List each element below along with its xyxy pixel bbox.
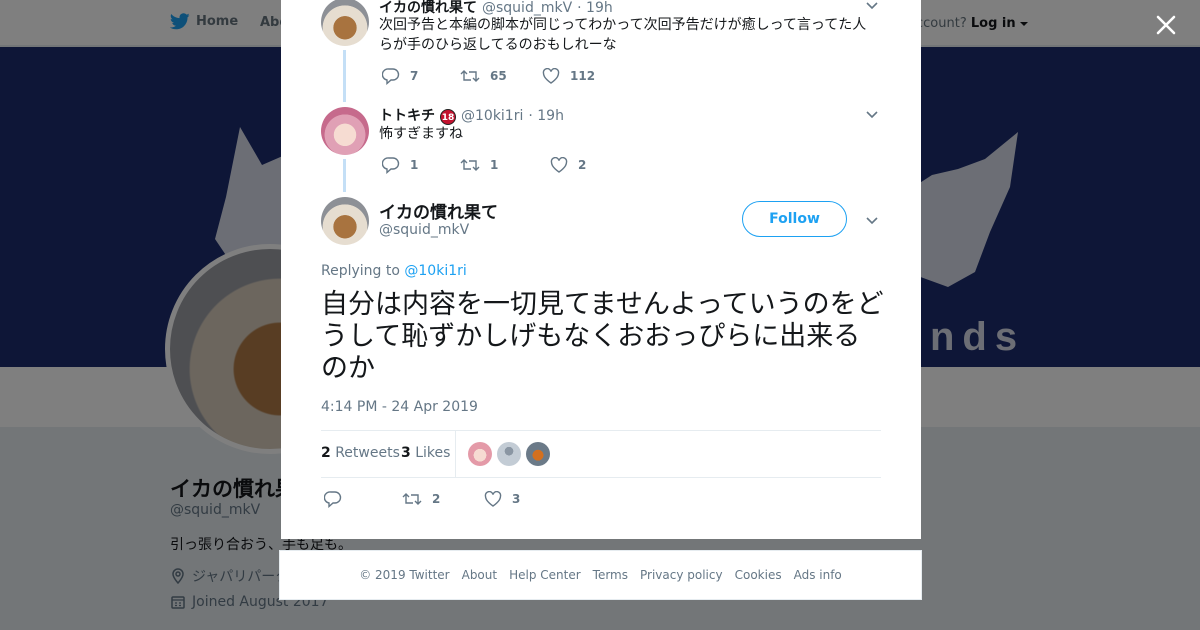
retweet-button[interactable]: 2 [402,491,484,507]
retweet-count: 2 [432,492,441,506]
reply-button[interactable] [324,490,402,508]
replying-to: Replying to @10ki1ri [321,263,467,279]
main-tweet-timestamp[interactable]: 4:14 PM - 24 Apr 2019 [321,399,478,415]
liker-avatar[interactable] [468,442,492,466]
main-tweet-actions: 2 3 [324,490,520,508]
reply-icon [324,491,342,508]
reply-button[interactable]: 7 [382,67,460,85]
reply2-header: トトキチ 18 @10ki1ri · 19h [379,105,564,125]
retweet-icon [402,493,422,505]
thread-line [343,50,346,102]
retweet-button[interactable]: 1 [460,157,550,173]
heart-icon [484,491,502,507]
heart-icon [542,68,560,84]
likes-stat[interactable]: 3 Likes [401,445,450,461]
reply-count: 1 [410,158,419,172]
retweet-icon [460,159,480,171]
thread-line [343,159,346,192]
tweet-modal: イカの慣れ果て @squid_mkV · 19h 次回予告と本編の脚本が同じって… [281,0,921,539]
liker-avatar[interactable] [497,442,521,466]
reply-count: 7 [410,69,419,83]
main-tweet-handle[interactable]: @squid_mkV [379,222,469,238]
footer-link-about[interactable]: About [462,568,497,582]
retweet-icon [460,70,480,82]
like-button[interactable]: 2 [550,157,586,173]
reply1-handle[interactable]: @squid_mkV [482,0,572,16]
age-18-badge: 18 [440,109,456,125]
tweet-stats: 2 Retweets 3 Likes [321,430,881,478]
chevron-down-icon[interactable] [864,212,880,228]
like-count: 3 [512,492,521,506]
like-count: 112 [570,69,596,83]
reply1-text: 次回予告と本編の脚本が同じってわかって次回予告だけが癒しって言ってた人らが手のひ… [379,17,867,53]
reply2-time[interactable]: · 19h [528,108,564,124]
replying-handle-link[interactable]: @10ki1ri [404,263,466,279]
reply2-name[interactable]: トトキチ [379,105,435,125]
retweet-count: 65 [490,69,507,83]
reply-icon [382,68,400,85]
main-tweet-text: 自分は内容を一切見てませんよっていうのをどうして恥ずかしげもなくおおっぴらに出来… [321,289,884,384]
retweets-stat-label: Retweets [335,445,400,461]
liker-avatar[interactable] [526,442,550,466]
stats-divider [455,431,456,478]
reply-icon [382,157,400,174]
heart-icon [550,157,568,173]
footer-copyright: © 2019 Twitter [359,568,450,582]
reply2-handle[interactable]: @10ki1ri [461,108,523,124]
reply2-text: 怖すぎますね [379,126,463,142]
footer-link-cookies[interactable]: Cookies [735,568,782,582]
retweet-count: 1 [490,158,499,172]
retweets-stat-count: 2 [321,445,331,461]
main-tweet-name[interactable]: イカの慣れ果て [379,198,498,223]
likes-stat-label: Likes [415,445,451,461]
chevron-down-icon[interactable] [864,0,880,13]
close-icon[interactable] [1153,12,1179,38]
retweet-button[interactable]: 65 [460,68,542,84]
reply2-avatar[interactable] [321,107,369,155]
reply-button[interactable]: 1 [382,156,460,174]
reply1-avatar[interactable] [321,0,369,46]
reply2-actions: 1 1 2 [382,156,586,174]
footer-link-terms[interactable]: Terms [593,568,628,582]
reply1-actions: 7 65 112 [382,67,595,85]
like-button[interactable]: 112 [542,68,595,84]
likes-stat-count: 3 [401,445,411,461]
like-button[interactable]: 3 [484,491,520,507]
main-tweet-avatar[interactable] [321,197,369,245]
like-count: 2 [578,158,587,172]
follow-button[interactable]: Follow [742,201,847,237]
footer: © 2019 Twitter About Help Center Terms P… [279,550,922,600]
retweets-stat[interactable]: 2 Retweets [321,445,400,461]
footer-link-ads-info[interactable]: Ads info [794,568,842,582]
chevron-down-icon[interactable] [864,106,880,122]
reply1-time[interactable]: · 19h [577,0,613,16]
replying-prefix: Replying to [321,263,400,279]
footer-link-help-center[interactable]: Help Center [509,568,581,582]
footer-link-privacy[interactable]: Privacy policy [640,568,723,582]
